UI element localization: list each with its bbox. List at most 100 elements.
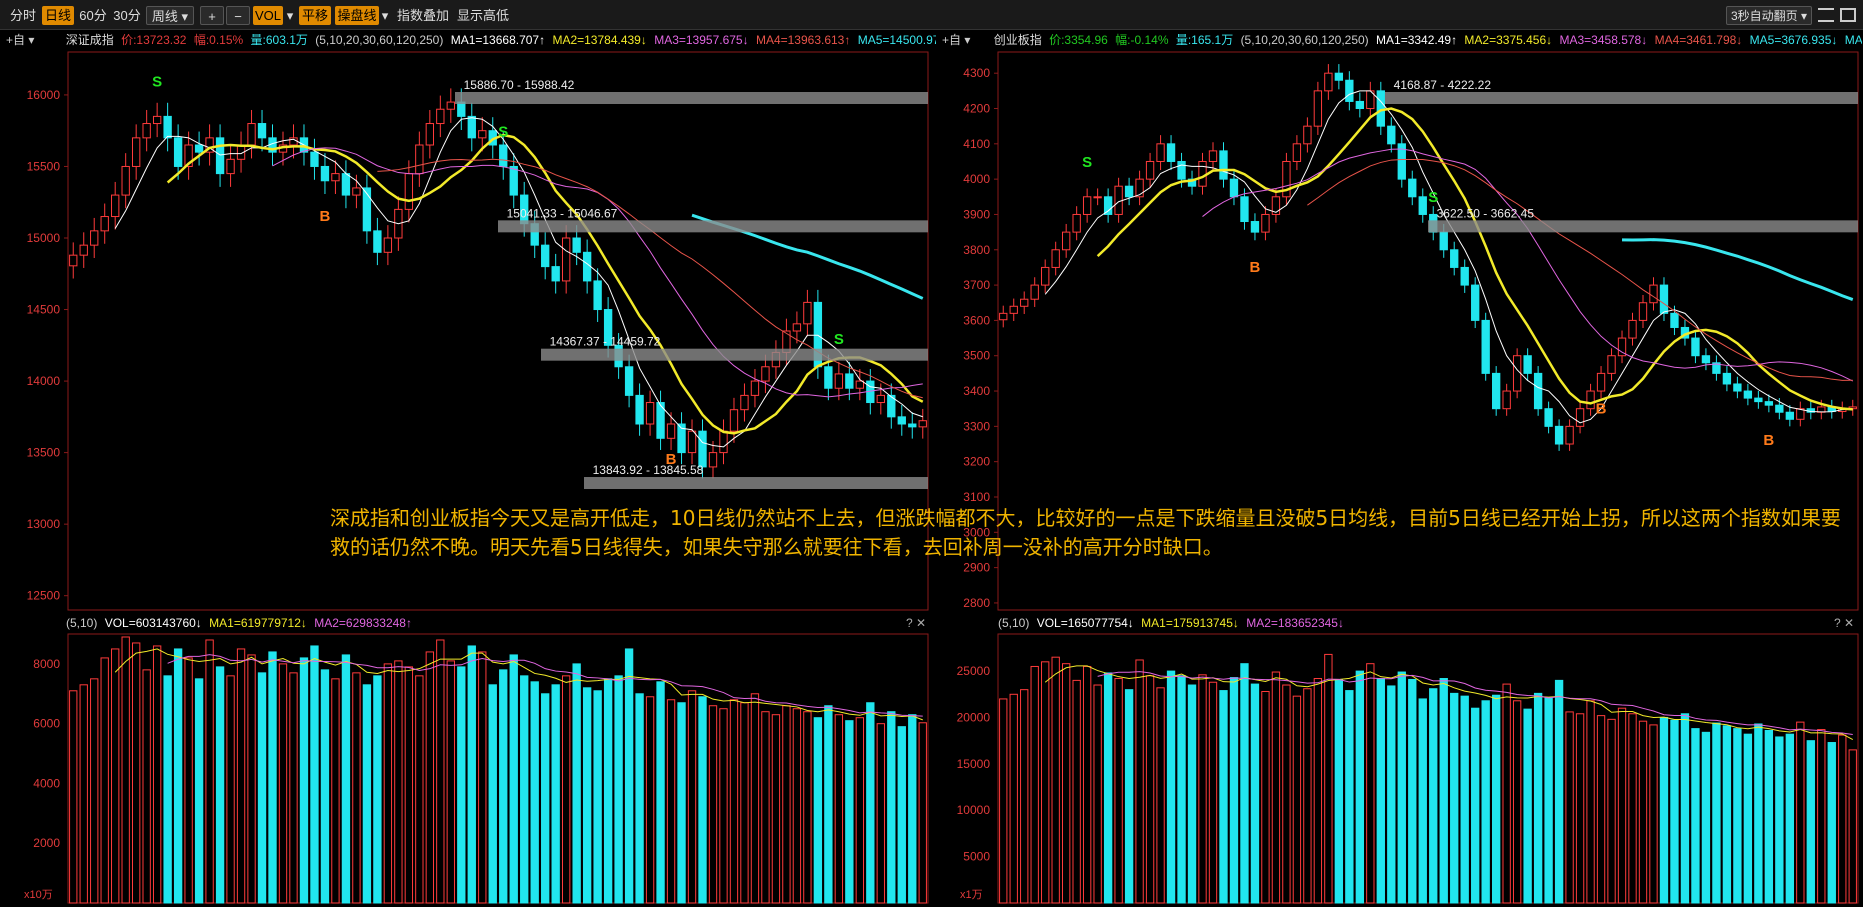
left-volume-bar [876,723,885,904]
left-volume-bar [194,678,204,904]
left-volume-bar [635,693,644,904]
right-candle-body [1103,196,1113,215]
right-signal-b: B [1250,259,1261,276]
left-volume-bar [541,693,550,904]
left-volume-bar [656,681,665,904]
right-candle-body [1240,196,1249,223]
left-volume-bar [729,699,739,904]
right-volume-bar [1502,683,1511,904]
left-candle-body [194,144,204,153]
right-candle-body [1030,284,1039,300]
left-vol-ytick-label: 4000 [33,776,60,790]
left-signal-s: S [834,331,844,348]
left-candle-body [142,123,151,139]
left-gap-band [455,92,928,104]
left-volume-bar [645,696,655,904]
left-vol-ytick-label: 6000 [33,717,60,731]
left-vol-ytick-label: 8000 [33,657,60,671]
left-volume-bar [582,687,592,904]
left-candle-body [897,416,906,425]
left-ytick-label: 13500 [27,446,61,460]
index-overlay-button[interactable]: 指数叠加 [396,6,450,25]
right-candle-body [1041,266,1050,286]
list-icon[interactable] [1818,8,1834,22]
left-ytick-label: 15500 [27,159,61,173]
left-candle-body [121,165,130,196]
show-high-low-button[interactable]: 显示高低 [456,6,510,25]
right-volume-bar [1093,684,1102,904]
chevron-down-icon[interactable]: ▾ [380,6,390,25]
chevron-down-icon[interactable]: ▾ [285,6,295,25]
right-vol-close-icon[interactable]: ? ✕ [1834,613,1854,633]
right-vol-ma2: MA2=183652345↓ [1246,616,1344,630]
pan-button[interactable]: 平移 [299,6,331,25]
grid-icon[interactable] [1840,8,1856,22]
right-ytick-label: 2900 [963,561,990,575]
right-volume-bar [1764,729,1774,904]
left-volume-bar [687,690,697,904]
left-volume-bar [624,648,634,904]
left-volume-bar [152,645,162,904]
left-candle-body [373,230,382,253]
left-volume-bar [436,639,445,904]
right-volume-bar [1523,708,1532,904]
right-volume-bar [1827,742,1836,904]
auto-page-select[interactable]: 3秒自动翻页 ▾ [1726,6,1812,25]
left-volume-bar [446,660,455,904]
right-candle-body [1345,79,1354,102]
period-button-1[interactable]: 日线 [42,6,74,25]
right-volume-bar [1009,693,1018,904]
annotation-text: 深成指和创业板指今天又是高开低走，10日线仍然站不上去，但涨跌幅都不大，比较好的… [330,506,1841,559]
left-candle-body [698,430,707,468]
left-vol-ma2: MA2=629833248↑ [314,616,412,630]
left-candle-body [729,409,739,432]
left-volume-bar [100,657,109,904]
right-candle-body [1156,143,1165,162]
right-volume-bar [1722,725,1732,904]
right-candle-body [1114,185,1123,215]
period-button-3[interactable]: 30分 [111,6,143,25]
left-volume-bar [803,711,812,904]
left-vol-close-icon[interactable]: ? ✕ [906,613,926,633]
left-candle-body [383,237,393,253]
vol-button[interactable]: VOL [253,6,283,25]
left-candle-body [750,380,760,396]
left-candle-body [320,165,330,182]
right-volume-bar [1345,690,1354,904]
right-volume-bar [1691,728,1700,904]
left-candle-body [331,173,340,182]
left-candle-body [132,137,141,167]
left-candle-body [90,230,99,246]
right-candle-body [1607,355,1616,374]
right-candle-body [1376,90,1385,127]
period-button-4[interactable]: 周线 ▾ [146,6,194,25]
right-candle-body [1565,425,1574,445]
right-ytick-label: 4000 [963,172,990,186]
right-ytick-label: 3500 [963,349,990,363]
left-volume-bar [824,705,833,904]
right-ytick-label: 3300 [963,419,990,433]
right-volume-bar [1041,661,1050,904]
right-vol-ma5-line [1044,665,1853,740]
zoom-in-button[interactable]: + [200,6,224,25]
right-volume-bar [1282,684,1291,904]
right-volume-bar [1743,733,1753,904]
shoot-line-button[interactable]: 操盘线 [335,6,379,25]
left-candle-body [425,123,435,146]
zoom-out-button[interactable]: − [226,6,250,25]
right-volume-bar [1554,679,1564,904]
left-vol-value: VOL=603143760↓ [104,616,202,630]
right-candle-body [1229,178,1239,198]
left-candle-body [446,101,455,110]
right-volume-bar [1586,700,1595,904]
left-candle-body [908,423,917,428]
right-candle-body [1324,72,1333,92]
left-gap-label: 14367.37 - 14459.72 [550,335,661,349]
left-candle-body [740,394,749,411]
period-button-0[interactable]: 分时 [6,6,40,25]
left-volume-bar [341,654,351,904]
period-button-2[interactable]: 60分 [77,6,109,25]
left-volume-bar [666,699,676,904]
right-signal-b: B [1763,432,1774,449]
left-candle-body [708,452,718,468]
